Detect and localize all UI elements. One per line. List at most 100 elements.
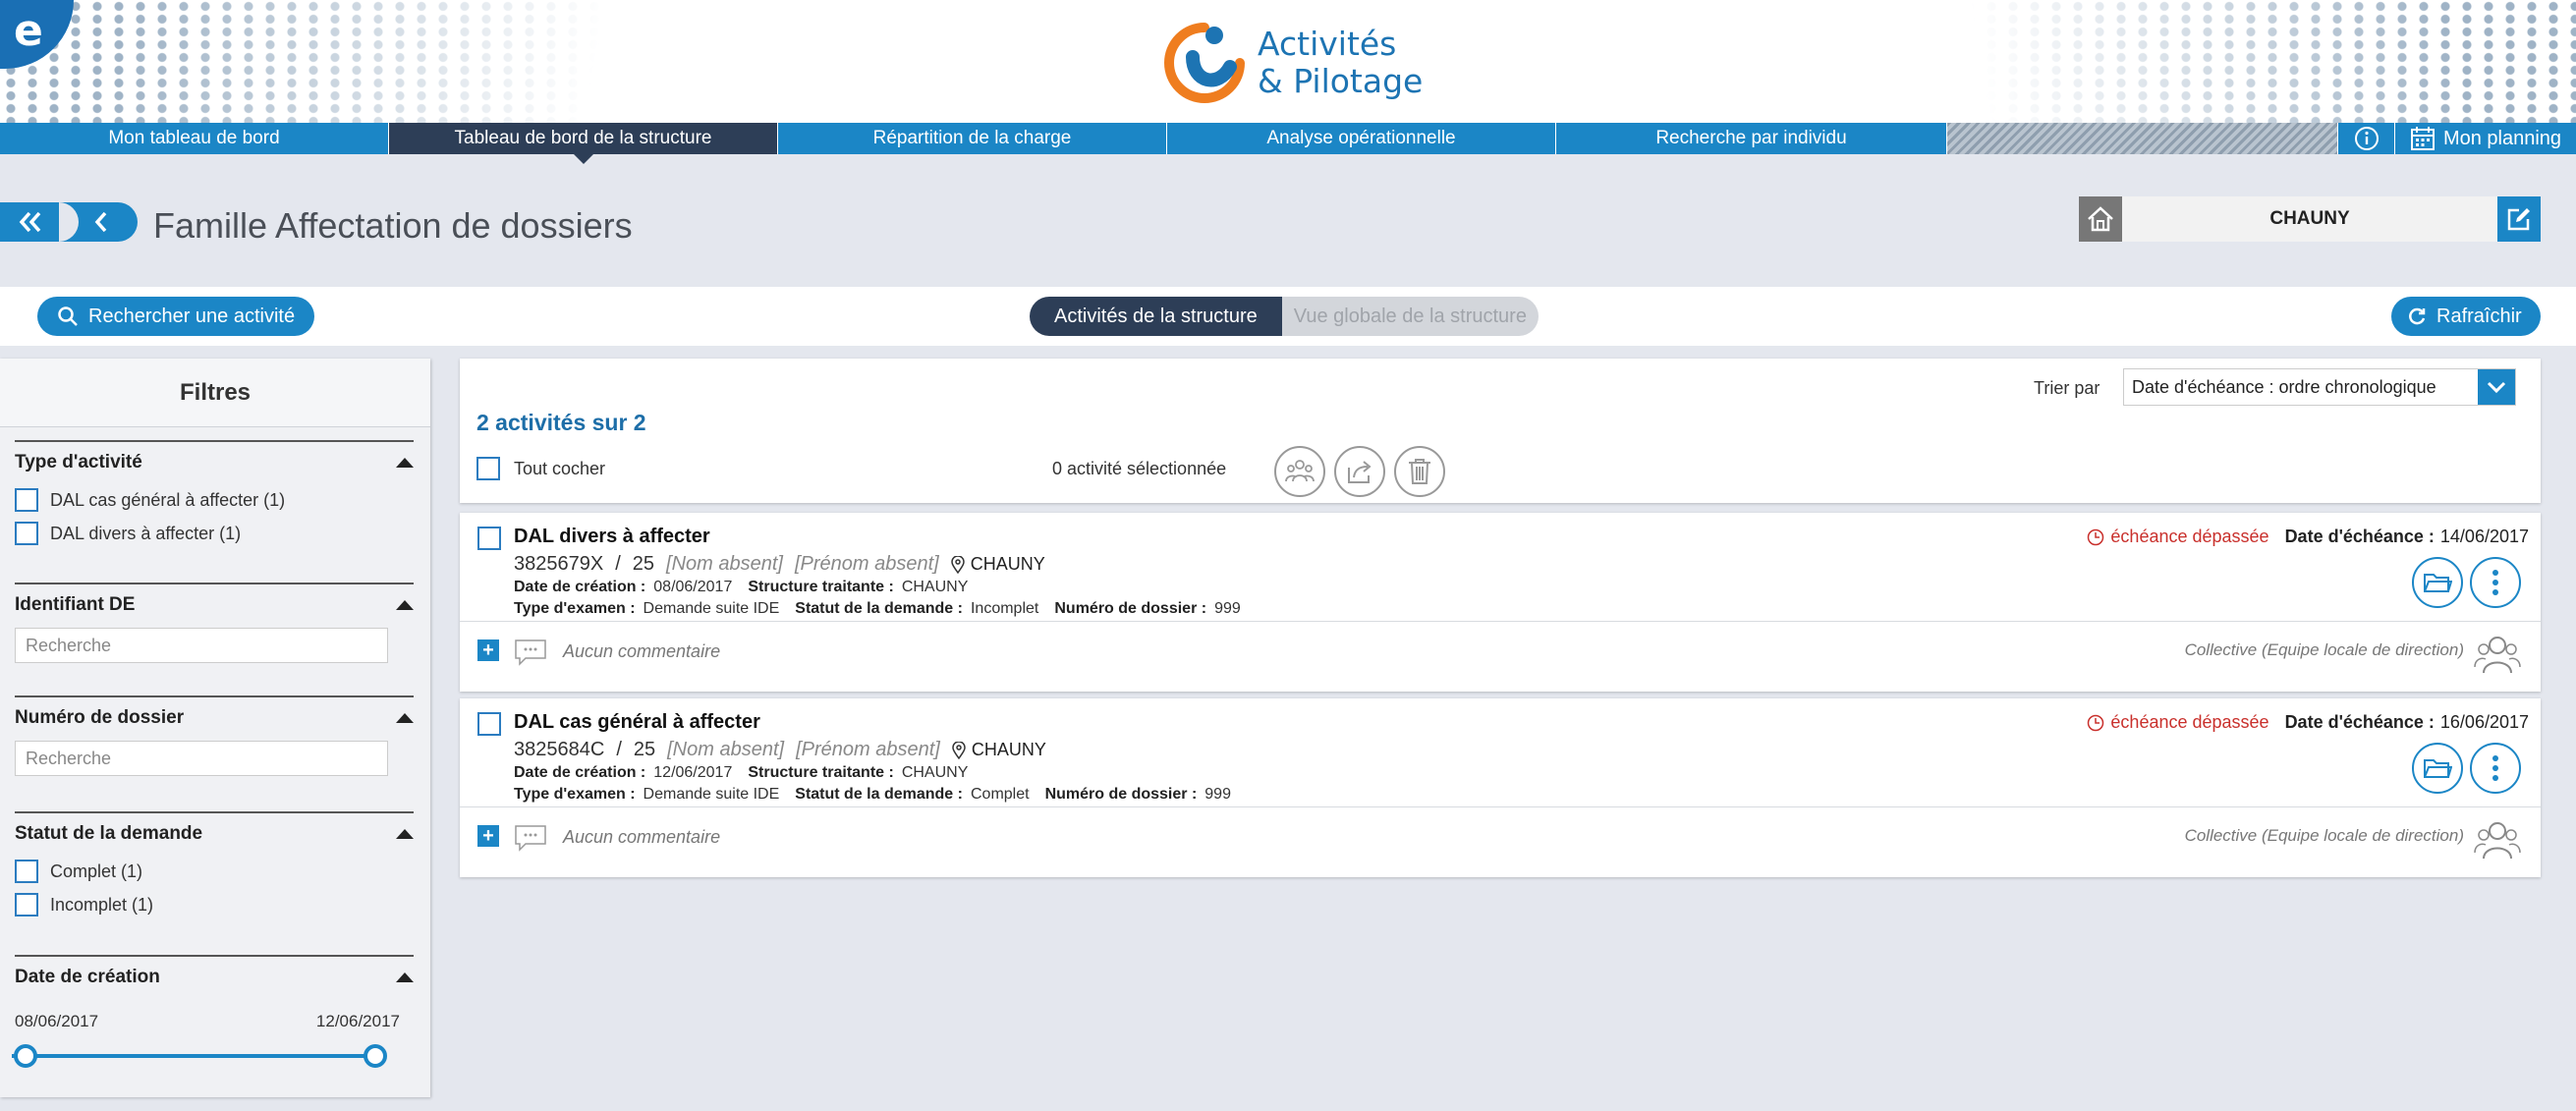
filter-option[interactable]: Complet (1) bbox=[15, 855, 414, 888]
open-folder-button[interactable] bbox=[2412, 743, 2463, 794]
transfer-button[interactable] bbox=[1334, 446, 1385, 497]
back-first-button[interactable] bbox=[6, 202, 55, 242]
location-pin-icon bbox=[952, 741, 966, 759]
home-button[interactable] bbox=[2079, 196, 2122, 242]
delete-button[interactable] bbox=[1394, 446, 1445, 497]
filter-identifiant-header[interactable]: Identifiant DE bbox=[15, 584, 414, 626]
date-range-end-handle[interactable] bbox=[364, 1044, 387, 1068]
edit-structure-button[interactable] bbox=[2497, 196, 2541, 242]
filter-type-activite: Type d'activité DAL cas général à affect… bbox=[15, 440, 414, 550]
search-activity-button[interactable]: Rechercher une activité bbox=[37, 297, 315, 336]
assign-button[interactable] bbox=[1274, 446, 1325, 497]
mon-planning-button[interactable]: Mon planning bbox=[2395, 123, 2576, 154]
filter-option[interactable]: DAL divers à affecter (1) bbox=[15, 517, 414, 550]
activity-count: 2 activités sur 2 bbox=[476, 410, 646, 435]
sort-dropdown-button[interactable] bbox=[2478, 369, 2515, 405]
numero-dossier: 999 bbox=[1214, 600, 1241, 617]
comment-icon bbox=[515, 825, 546, 852]
date-echeance: 14/06/2017 bbox=[2439, 527, 2529, 546]
add-comment-button[interactable]: + bbox=[477, 639, 499, 661]
open-folder-button[interactable] bbox=[2412, 557, 2463, 608]
filter-identifiant: Identifiant DE Recherche bbox=[15, 583, 414, 663]
add-comment-button[interactable]: + bbox=[477, 825, 499, 847]
activity-footer: + Aucun commentaire Collective (Equipe l… bbox=[460, 621, 2541, 692]
filter-statut-header[interactable]: Statut de la demande bbox=[15, 813, 414, 855]
clock-icon bbox=[2088, 528, 2104, 545]
prenom: [Prénom absent] bbox=[796, 739, 940, 760]
more-options-button[interactable] bbox=[2470, 743, 2521, 794]
checkbox[interactable] bbox=[15, 860, 38, 883]
view-toggle: Activités de la structure Vue globale de… bbox=[1030, 297, 1539, 336]
filter-type-activite-header[interactable]: Type d'activité bbox=[15, 442, 414, 483]
activity-checkbox[interactable] bbox=[477, 527, 501, 550]
more-vertical-icon bbox=[2492, 755, 2498, 781]
collapse-triangle-icon bbox=[396, 972, 414, 982]
filters-panel: Filtres Type d'activité DAL cas général … bbox=[0, 359, 430, 1097]
filter-numero-title: Numéro de dossier bbox=[15, 707, 185, 728]
app-title-line2: & Pilotage bbox=[1258, 62, 1424, 100]
location-pin-icon bbox=[950, 555, 965, 574]
check-all[interactable]: Tout cocher bbox=[476, 457, 605, 480]
selection-count: 0 activité sélectionnée bbox=[1052, 459, 1227, 478]
activity-id: 3825679X bbox=[514, 553, 604, 575]
home-icon bbox=[2088, 206, 2113, 232]
chevron-down-icon bbox=[2487, 381, 2506, 394]
activity-id-suffix: 25 bbox=[633, 739, 656, 760]
checkbox[interactable] bbox=[15, 522, 38, 545]
collapse-triangle-icon bbox=[396, 458, 414, 468]
nav-separator bbox=[59, 202, 79, 242]
calendar-icon bbox=[2410, 127, 2435, 150]
filter-statut: Statut de la demande Complet (1) Incompl… bbox=[15, 811, 414, 921]
activity-footer: + Aucun commentaire Collective (Equipe l… bbox=[460, 806, 2541, 877]
activity-card: DAL divers à affecter 3825679X / 25 [Nom… bbox=[460, 513, 2541, 692]
refresh-button[interactable]: Rafraîchir bbox=[2391, 297, 2541, 336]
identifiant-search-input[interactable]: Recherche bbox=[15, 628, 388, 663]
nav-repartition-charge[interactable]: Répartition de la charge bbox=[778, 123, 1167, 154]
back-button[interactable] bbox=[77, 202, 126, 242]
activity-title[interactable]: DAL divers à affecter bbox=[514, 526, 710, 548]
filter-option[interactable]: DAL cas général à affecter (1) bbox=[15, 483, 414, 517]
date-range-start-handle[interactable] bbox=[14, 1044, 37, 1068]
deadline-info: échéance dépassée Date d'échéance : 14/0… bbox=[2087, 527, 2529, 547]
main-nav: Mon tableau de bord Tableau de bord de l… bbox=[0, 123, 2576, 164]
filter-numero-header[interactable]: Numéro de dossier bbox=[15, 697, 414, 739]
numero-search-input[interactable]: Recherche bbox=[15, 741, 388, 776]
date-range-end: 12/06/2017 bbox=[315, 1012, 400, 1030]
activity-title[interactable]: DAL cas général à affecter bbox=[514, 711, 760, 734]
assignee: Collective (Equipe locale de direction) bbox=[2184, 826, 2464, 845]
tab-activites-structure[interactable]: Activités de la structure bbox=[1030, 297, 1282, 336]
check-all-checkbox[interactable] bbox=[476, 457, 500, 480]
share-arrow-icon bbox=[1348, 461, 1372, 483]
filter-option[interactable]: Incomplet (1) bbox=[15, 888, 414, 921]
nom: [Nom absent] bbox=[666, 553, 783, 575]
overdue-label: échéance dépassée bbox=[2110, 527, 2269, 546]
sort-select[interactable]: Date d'échéance : ordre chronologique bbox=[2123, 368, 2516, 406]
more-options-button[interactable] bbox=[2470, 557, 2521, 608]
toolbar: Rechercher une activité Activités de la … bbox=[0, 287, 2576, 346]
filter-date-creation: Date de création 08/06/2017 12/06/2017 bbox=[15, 955, 414, 1031]
double-chevron-left-icon bbox=[19, 211, 41, 233]
app-logo-icon bbox=[1164, 23, 1245, 103]
info-button[interactable] bbox=[2338, 123, 2395, 154]
app-brand: Activités & Pilotage bbox=[1159, 18, 1423, 108]
activity-identity: 3825679X / 25 [Nom absent] [Prénom absen… bbox=[514, 553, 1045, 576]
comment-text: Aucun commentaire bbox=[563, 641, 721, 661]
activity-checkbox[interactable] bbox=[477, 712, 501, 736]
structure-selector: CHAUNY bbox=[2079, 196, 2541, 242]
tab-vue-globale[interactable]: Vue globale de la structure bbox=[1281, 297, 1539, 336]
filter-identifiant-title: Identifiant DE bbox=[15, 594, 136, 615]
edit-icon bbox=[2507, 208, 2530, 231]
nav-tableau-de-bord-structure[interactable]: Tableau de bord de la structure bbox=[389, 123, 778, 164]
more-vertical-icon bbox=[2492, 570, 2498, 595]
header-pattern-right bbox=[1937, 0, 2576, 123]
nav-analyse-operationnelle[interactable]: Analyse opérationnelle bbox=[1167, 123, 1556, 154]
checkbox[interactable] bbox=[15, 488, 38, 512]
filter-date-header[interactable]: Date de création bbox=[15, 957, 414, 998]
nav-mon-tableau-de-bord[interactable]: Mon tableau de bord bbox=[0, 123, 389, 154]
nav-recherche-individu[interactable]: Recherche par individu bbox=[1556, 123, 1947, 154]
id-separator: / bbox=[616, 739, 622, 760]
statut: Incomplet bbox=[970, 600, 1039, 617]
overdue-label: échéance dépassée bbox=[2110, 712, 2269, 732]
nav-filler bbox=[1947, 123, 2338, 154]
checkbox[interactable] bbox=[15, 893, 38, 917]
